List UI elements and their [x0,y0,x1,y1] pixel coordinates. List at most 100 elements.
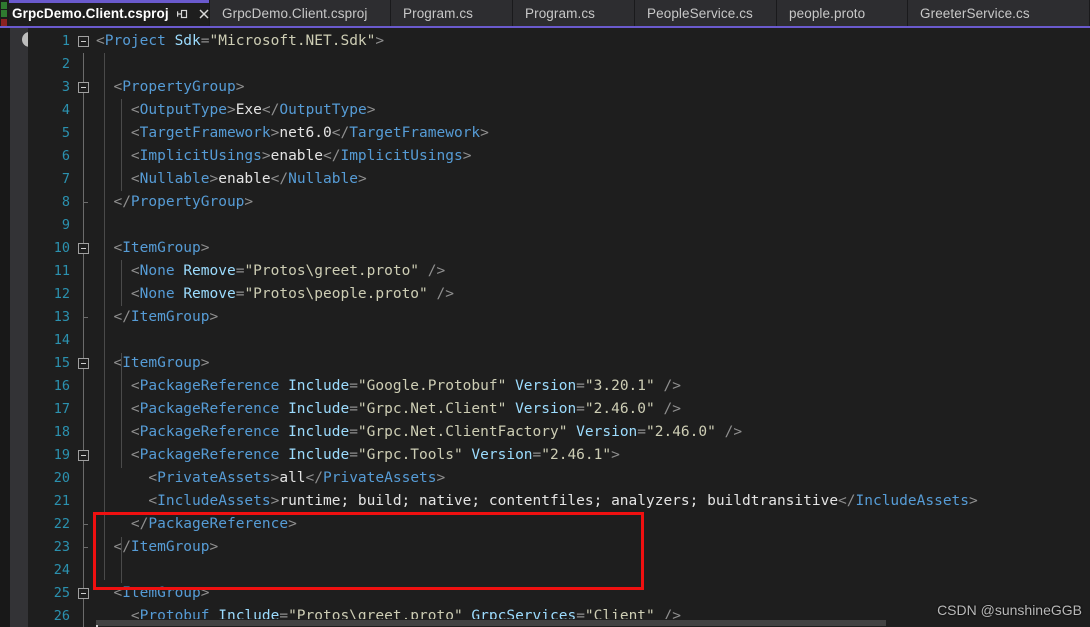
code-line[interactable]: <ImplicitUsings>enable</ImplicitUsings> [96,145,1090,168]
editor-edge-strip [0,28,10,627]
code-line[interactable] [96,329,1090,352]
code-token-text: all [279,470,306,486]
code-token-tag: TargetFramework [139,125,271,141]
code-token-text: runtime; build; native; contentfiles; an… [279,493,839,509]
editor-tab-2[interactable]: Program.cs [391,0,513,28]
editor-tab-6[interactable]: GreeterService.cs [908,0,1090,28]
code-token-br: </ [838,493,856,509]
horizontal-scrollbar[interactable] [96,619,1090,627]
fold-row [74,329,96,352]
collapse-toggle-icon[interactable] [78,243,89,254]
collapse-toggle-icon[interactable] [78,82,89,93]
code-folding-column[interactable] [74,28,96,627]
fold-connector-line [83,375,84,398]
code-token-tag: Nullable [288,171,358,187]
code-line[interactable] [96,559,1090,582]
code-line[interactable]: <ItemGroup> [96,237,1090,260]
indent-guide [121,353,122,468]
code-line[interactable]: </ItemGroup> [96,306,1090,329]
code-token-br: = [349,378,358,394]
code-line[interactable] [96,53,1090,76]
editor-tab-0-active[interactable]: GrpcDemo.Client.csproj [0,0,210,28]
pin-tab-icon[interactable] [173,4,191,24]
code-line[interactable]: <PackageReference Include="Grpc.Net.Clie… [96,398,1090,421]
code-token-attr: Remove [183,286,236,302]
code-line[interactable]: <IncludeAssets>runtime; build; native; c… [96,490,1090,513]
editor-tab-label: PeopleService.cs [647,6,753,22]
fold-row [74,237,96,260]
code-token-br: < [96,447,140,463]
code-token-br: > [244,194,254,210]
fold-row [74,53,96,76]
code-token-tag: ItemGroup [122,240,201,256]
line-number: 17 [53,401,70,417]
code-line[interactable]: <None Remove="Protos\greet.proto" /> [96,260,1090,283]
code-token-br: /> [654,378,681,394]
code-token-br: = [532,447,542,463]
line-number: 21 [53,493,70,509]
code-line[interactable]: </ItemGroup> [96,536,1090,559]
code-line[interactable]: <PropertyGroup> [96,76,1090,99]
code-token-val: "Protos\greet.proto" [244,263,420,279]
code-token-br: > [969,493,978,509]
editor-tab-label: people.proto [789,6,866,22]
code-line[interactable]: <OutputType>Exe</OutputType> [96,99,1090,122]
editor-tab-label: Program.cs [525,6,596,22]
code-token-tag: None [139,286,175,302]
code-token-br: = [576,378,585,394]
fold-connector-line [83,168,84,191]
collapse-toggle-icon[interactable] [78,450,89,461]
code-token-tag: ImplicitUsings [340,148,463,164]
editor-tab-1[interactable]: GrpcDemo.Client.csproj [210,0,391,28]
indent-guide [121,260,122,306]
code-line[interactable]: <PrivateAssets>all</PrivateAssets> [96,467,1090,490]
breakpoint-glyph-margin[interactable] [10,28,37,627]
code-line[interactable]: </PackageReference> [96,513,1090,536]
code-line[interactable]: <TargetFramework>net6.0</TargetFramework… [96,122,1090,145]
horizontal-scrollbar-thumb[interactable] [96,620,886,626]
code-text-surface[interactable]: <Project Sdk="Microsoft.NET.Sdk"> <Prope… [96,28,1090,627]
code-line[interactable]: <PackageReference Include="Grpc.Net.Clie… [96,421,1090,444]
fold-row [74,76,96,99]
fold-connector-line [83,421,84,444]
code-token-tag: None [139,263,175,279]
fold-row [74,582,96,605]
code-token-br: > [480,125,489,141]
editor-tab-3[interactable]: Program.cs [513,0,635,28]
editor-tab-4[interactable]: PeopleService.cs [635,0,777,28]
code-line[interactable]: <None Remove="Protos\people.proto" /> [96,283,1090,306]
code-token-val: "2.46.0" [584,401,655,417]
line-number: 2 [61,56,70,72]
line-number: 26 [53,608,70,624]
code-line[interactable]: <Nullable>enable</Nullable> [96,168,1090,191]
collapse-toggle-icon[interactable] [78,588,89,599]
code-token-br: < [96,148,140,164]
code-token-tag: PrivateAssets [323,470,437,486]
code-line[interactable]: <PackageReference Include="Grpc.Tools" V… [96,444,1090,467]
editor-tab-5[interactable]: people.proto [777,0,908,28]
code-token-br: < [96,401,140,417]
code-token-tag: ImplicitUsings [139,148,262,164]
code-token-br: < [96,470,158,486]
line-number-gutter: 1 2 3 4 5 6 7 8 9 10 11 12 13 14 15 16 17 18 19 20 21 22 23 24 2… [28,28,74,627]
fold-row [74,467,96,490]
code-token-val: "Google.Protobuf" [357,378,507,394]
code-token-attr: Remove [183,263,236,279]
fold-row [74,122,96,145]
code-token-br: </ [305,470,324,486]
code-token-br: = [349,401,358,417]
code-token-attr: Include [288,401,350,417]
code-token-br: < [96,102,140,118]
code-line[interactable]: <Project Sdk="Microsoft.NET.Sdk"> [96,30,1090,53]
collapse-toggle-icon[interactable] [78,36,89,47]
code-token-text: Exe [235,102,262,118]
code-line[interactable]: <ItemGroup> [96,352,1090,375]
code-token-attr: Sdk [174,33,201,49]
code-line[interactable] [96,214,1090,237]
editor-tab-label: GrpcDemo.Client.csproj [222,6,368,22]
code-line[interactable]: </PropertyGroup> [96,191,1090,214]
code-line[interactable]: <PackageReference Include="Google.Protob… [96,375,1090,398]
collapse-toggle-icon[interactable] [78,358,89,369]
